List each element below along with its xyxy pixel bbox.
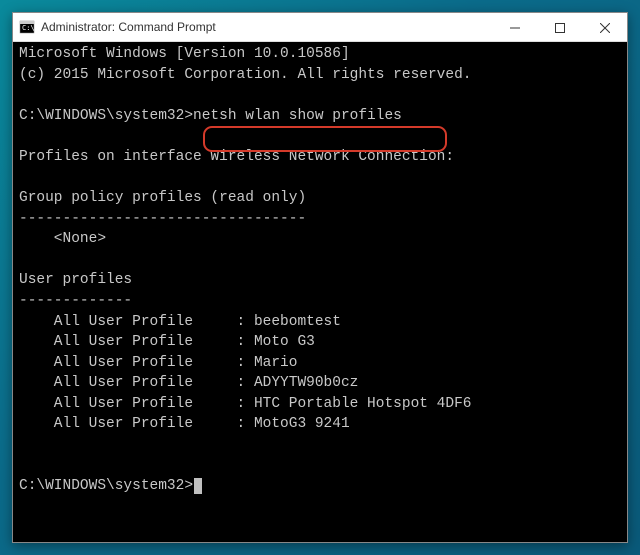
close-button[interactable] xyxy=(582,13,627,42)
command-prompt-window: C:\ Administrator: Command Prompt Micros… xyxy=(12,12,628,543)
minimize-button[interactable] xyxy=(492,13,537,42)
svg-text:C:\: C:\ xyxy=(22,24,35,32)
window-controls xyxy=(492,13,627,41)
profile-entry: All User Profile : beebomtest xyxy=(19,312,621,333)
none-entry: <None> xyxy=(19,229,621,250)
window-title: Administrator: Command Prompt xyxy=(41,20,492,34)
profile-entry: All User Profile : HTC Portable Hotspot … xyxy=(19,394,621,415)
profile-entry: All User Profile : ADYYTW90b0cz xyxy=(19,373,621,394)
titlebar[interactable]: C:\ Administrator: Command Prompt xyxy=(13,13,627,42)
terminal-output[interactable]: Microsoft Windows [Version 10.0.10586] (… xyxy=(13,42,627,542)
prompt-line-1: C:\WINDOWS\system32>netsh wlan show prof… xyxy=(19,106,621,127)
prompt-line-2: C:\WINDOWS\system32> xyxy=(19,476,621,497)
version-line: Microsoft Windows [Version 10.0.10586] xyxy=(19,44,621,65)
profile-entry: All User Profile : Moto G3 xyxy=(19,332,621,353)
cmd-icon: C:\ xyxy=(19,19,35,35)
copyright-line: (c) 2015 Microsoft Corporation. All righ… xyxy=(19,65,621,86)
maximize-button[interactable] xyxy=(537,13,582,42)
separator: ------------- xyxy=(19,291,621,312)
profile-entry: All User Profile : Mario xyxy=(19,353,621,374)
command-text: netsh wlan show profiles xyxy=(193,108,402,124)
separator: --------------------------------- xyxy=(19,209,621,230)
cursor xyxy=(194,478,202,494)
group-policy-header: Group policy profiles (read only) xyxy=(19,188,621,209)
user-profiles-header: User profiles xyxy=(19,270,621,291)
profile-entry: All User Profile : MotoG3 9241 xyxy=(19,414,621,435)
profiles-header: Profiles on interface Wireless Network C… xyxy=(19,147,621,168)
